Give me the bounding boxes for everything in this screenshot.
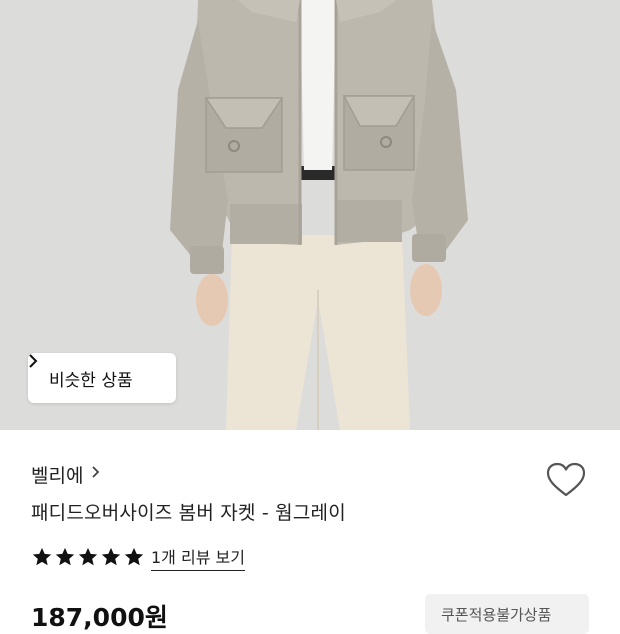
brand-link[interactable]: 벨리에 [31,459,100,489]
chevron-right-icon [91,464,100,484]
star-icon [124,547,144,566]
star-icon [101,547,121,566]
coupon-badge: 쿠폰적용불가상품 [425,594,589,634]
review-link[interactable]: 1개 리뷰 보기 [151,544,245,571]
rating-stars [31,546,145,568]
rating-row: 1개 리뷰 보기 [31,543,245,571]
product-title: 패디드오버사이즈 봄버 자켓 - 웜그레이 [31,502,346,524]
similar-products-button[interactable]: 비슷한 상품 [28,353,176,403]
product-price: 187,000원 [31,603,168,632]
product-image[interactable]: 비슷한 상품 [0,0,620,430]
wishlist-heart-icon[interactable] [546,462,586,498]
similar-products-label: 비슷한 상품 [49,370,133,391]
star-icon [78,547,98,566]
star-icon [32,547,52,566]
star-icon [55,547,75,566]
brand-name: 벨리에 [31,464,84,487]
